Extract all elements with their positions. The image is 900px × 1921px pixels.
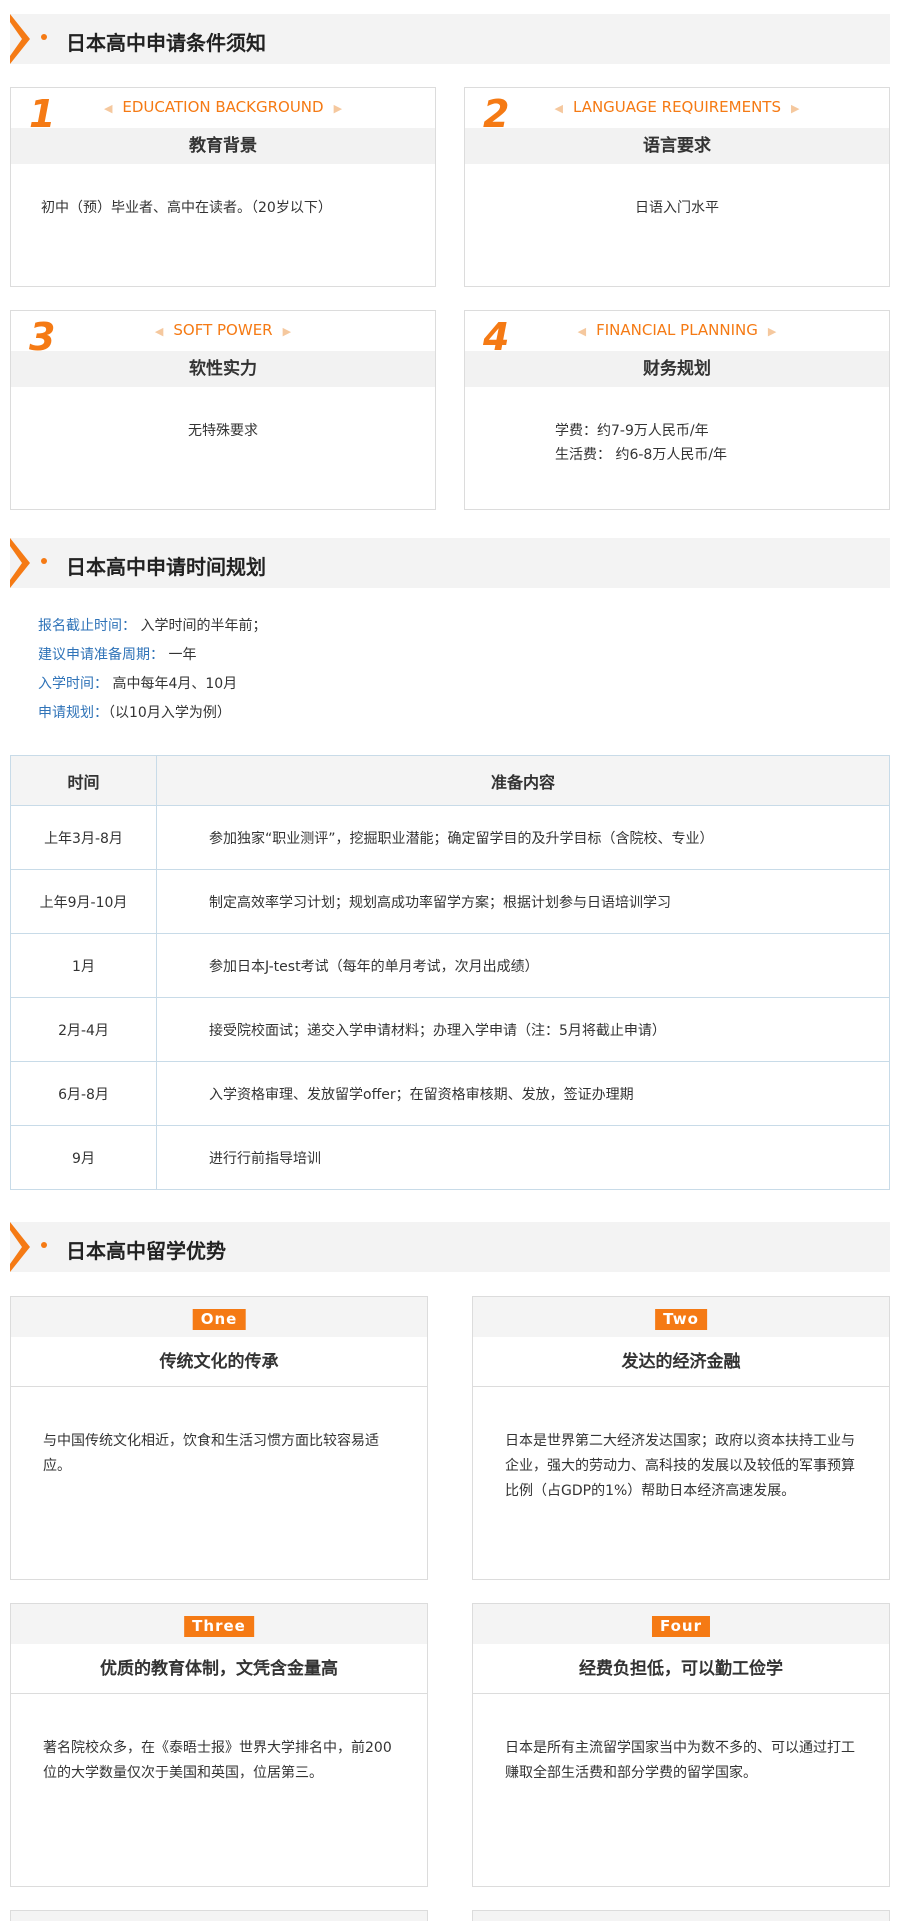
card-body: 学费：约7-9万人民币/年 生活费： 约6-8万人民币/年 <box>465 419 889 467</box>
advantage-title: 发达的经济金融 <box>473 1337 889 1387</box>
right-arrow-icon: ▶ <box>767 325 777 338</box>
advantage-card-partial <box>10 1910 428 1921</box>
cell-content: 接受院校面试；递交入学申请材料；办理入学申请（注：5月将截止申请） <box>156 997 890 1062</box>
section-header-advantages: 日本高中留学优势 <box>10 1222 890 1272</box>
info-value: 高中每年4月、10月 <box>108 676 238 692</box>
advantage-card-partial <box>472 1910 890 1921</box>
advantage-title: 传统文化的传承 <box>11 1337 427 1387</box>
advantage-card-three: Three 优质的教育体制，文凭含金量高 著名院校众多，在《泰晤士报》世界大学排… <box>10 1603 428 1887</box>
condition-card-language: 2 ◀ LANGUAGE REQUIREMENTS ▶ 语言要求 日语入门水平 <box>464 87 890 287</box>
section-title: 日本高中申请时间规划 <box>66 555 266 579</box>
advantage-title: 经费负担低，可以勤工俭学 <box>473 1644 889 1694</box>
condition-card-education: 1 ◀ EDUCATION BACKGROUND ▶ 教育背景 初中（预）毕业者、高… <box>10 87 436 287</box>
left-arrow-icon: ◀ <box>154 325 164 338</box>
advantage-tag: Four <box>651 1616 711 1637</box>
table-header-row: 时间 准备内容 <box>10 755 890 806</box>
advantage-tag: Two <box>655 1309 707 1330</box>
timeline-table: 时间 准备内容 上年3月-8月 参加独家“职业测评”，挖掘职业潜能；确定留学目的… <box>10 755 890 1190</box>
cell-content: 参加日本J-test考试（每年的单月考试，次月出成绩） <box>156 933 890 998</box>
advantage-tag: One <box>192 1309 246 1330</box>
cell-time: 上年9月-10月 <box>10 869 157 934</box>
card-zh-title: 软性实力 <box>11 351 435 387</box>
bullet-dot-icon <box>41 1242 47 1248</box>
info-value: 一年 <box>164 647 197 663</box>
advantage-tag: Three <box>184 1616 254 1637</box>
card-zh-title: 语言要求 <box>465 128 889 164</box>
left-arrow-icon: ◀ <box>577 325 587 338</box>
advantage-card-four: Four 经费负担低，可以勤工俭学 日本是所有主流留学国家当中为数不多的、可以通… <box>472 1603 890 1887</box>
left-arrow-icon: ◀ <box>103 102 113 115</box>
info-value: 入学时间的半年前； <box>136 618 267 634</box>
cell-time: 1月 <box>10 933 157 998</box>
bullet-dot-icon <box>41 34 47 40</box>
cell-content: 制定高效率学习计划；规划高成功率留学方案；根据计划参与日语培训学习 <box>156 869 890 934</box>
info-key: 报名截止时间： <box>38 618 136 634</box>
table-row: 2月-4月 接受院校面试；递交入学申请材料；办理入学申请（注：5月将截止申请） <box>10 997 890 1062</box>
cell-content: 入学资格审理、发放留学offer；在留资格审核期、发放，签证办理期 <box>156 1061 890 1126</box>
advantage-body: 日本是世界第二大经济发达国家；政府以资本扶持工业与企业，强大的劳动力、高科技的发… <box>505 1433 855 1499</box>
cell-time: 6月-8月 <box>10 1061 157 1126</box>
section-header-requirements: 日本高中申请条件须知 <box>10 14 890 64</box>
section-header-timeline: 日本高中申请时间规划 <box>10 538 890 588</box>
condition-card-soft-power: 3 ◀ SOFT POWER ▶ 软性实力 无特殊要求 <box>10 310 436 510</box>
info-key: 入学时间： <box>38 676 108 692</box>
table-row: 1月 参加日本J-test考试（每年的单月考试，次月出成绩） <box>10 933 890 998</box>
info-value: （以10月入学为例） <box>108 705 231 721</box>
advantage-body: 著名院校众多，在《泰晤士报》世界大学排名中，前200位的大学数量仅次于美国和英国… <box>43 1740 392 1781</box>
cell-time: 2月-4月 <box>10 997 157 1062</box>
info-key: 建议申请准备周期： <box>38 647 164 663</box>
column-header-content: 准备内容 <box>156 755 890 806</box>
card-en-title: ◀ LANGUAGE REQUIREMENTS ▶ <box>554 98 800 116</box>
right-arrow-icon: ▶ <box>791 102 800 115</box>
table-row: 6月-8月 入学资格审理、发放留学offer；在留资格审核期、发放，签证办理期 <box>10 1061 890 1126</box>
card-zh-title: 教育背景 <box>11 128 435 164</box>
cell-content: 参加独家“职业测评”，挖掘职业潜能；确定留学目的及升学目标（含院校、专业） <box>156 805 890 870</box>
info-line: 申请规划：（以10月入学为例） <box>38 699 266 728</box>
card-zh-title: 财务规划 <box>465 351 889 387</box>
section-title: 日本高中留学优势 <box>66 1239 226 1263</box>
right-arrow-icon: ▶ <box>282 325 292 338</box>
section-title: 日本高中申请条件须知 <box>66 31 266 55</box>
advantage-body: 日本是所有主流留学国家当中为数不多的、可以通过打工赚取全部生活费和部分学费的留学… <box>505 1740 855 1781</box>
advantage-card-two: Two 发达的经济金融 日本是世界第二大经济发达国家；政府以资本扶持工业与企业，… <box>472 1296 890 1580</box>
info-line: 报名截止时间： 入学时间的半年前； <box>38 612 266 641</box>
left-arrow-icon: ◀ <box>554 102 563 115</box>
card-en-title: ◀ EDUCATION BACKGROUND ▶ <box>103 98 343 116</box>
card-en-title: ◀ SOFT POWER ▶ <box>154 321 292 339</box>
cell-time: 9月 <box>10 1125 157 1190</box>
column-header-time: 时间 <box>10 755 157 806</box>
advantage-title: 优质的教育体制，文凭含金量高 <box>11 1644 427 1694</box>
table-row: 上年3月-8月 参加独家“职业测评”，挖掘职业潜能；确定留学目的及升学目标（含院… <box>10 805 890 870</box>
condition-card-financial: 4 ◀ FINANCIAL PLANNING ▶ 财务规划 学费：约7-9万人民币/… <box>464 310 890 510</box>
info-key: 申请规划： <box>38 705 108 721</box>
tuition-line: 学费：约7-9万人民币/年 <box>555 423 709 439</box>
info-list: 报名截止时间： 入学时间的半年前； 建议申请准备周期： 一年 入学时间： 高中每… <box>38 612 266 728</box>
bullet-dot-icon <box>41 558 47 564</box>
cell-content: 进行行前指导培训 <box>156 1125 890 1190</box>
right-arrow-icon: ▶ <box>333 102 343 115</box>
cell-time: 上年3月-8月 <box>10 805 157 870</box>
table-row: 9月 进行行前指导培训 <box>10 1125 890 1190</box>
info-line: 入学时间： 高中每年4月、10月 <box>38 670 266 699</box>
advantage-card-one: One 传统文化的传承 与中国传统文化相近，饮食和生活习惯方面比较容易适应。 <box>10 1296 428 1580</box>
card-body: 日语入门水平 <box>635 200 719 216</box>
card-body: 无特殊要求 <box>188 423 258 439</box>
info-line: 建议申请准备周期： 一年 <box>38 641 266 670</box>
living-cost-line: 生活费： 约6-8万人民币/年 <box>555 447 728 463</box>
card-body: 初中（预）毕业者、高中在读者。（20岁以下） <box>41 200 332 216</box>
card-en-title: ◀ FINANCIAL PLANNING ▶ <box>577 321 777 339</box>
advantage-body: 与中国传统文化相近，饮食和生活习惯方面比较容易适应。 <box>43 1433 379 1474</box>
table-row: 上年9月-10月 制定高效率学习计划；规划高成功率留学方案；根据计划参与日语培训… <box>10 869 890 934</box>
